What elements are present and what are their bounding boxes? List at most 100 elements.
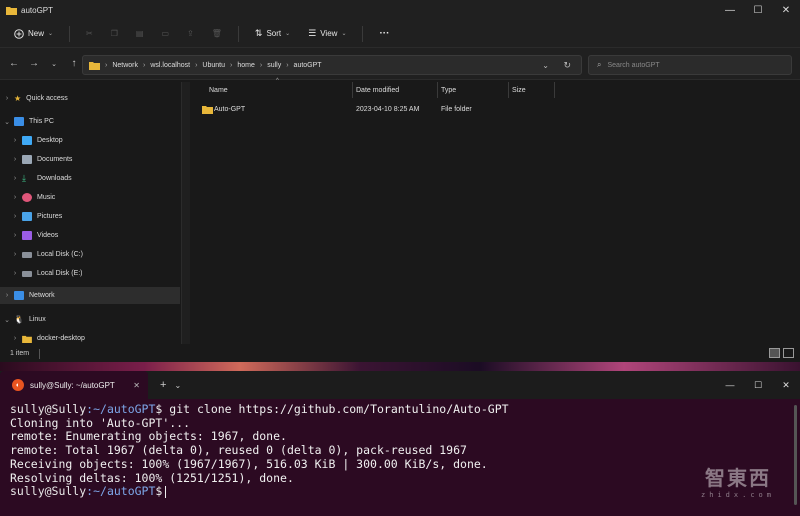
file-explorer-window: autoGPT — ☐ ✕ New ⌄ ✂ ❐ ▤ ▭ ⇪ 🗑 ⇅ Sort ⌄… (0, 0, 800, 362)
output-line: remote: Total 1967 (delta 0), reused 0 (… (10, 443, 467, 458)
linux-penguin-icon: 🐧 (14, 315, 24, 324)
folder-icon (89, 61, 100, 70)
recent-locations-button[interactable]: ⌄ (44, 54, 64, 74)
text-cursor (165, 485, 167, 498)
maximize-button[interactable]: ☐ (744, 371, 772, 399)
chevron-right-icon[interactable]: › (8, 213, 22, 220)
details-view-icon[interactable] (769, 348, 780, 358)
terminal-tab[interactable]: ◐ sully@Sully: ~/autoGPT ✕ (0, 371, 148, 399)
download-icon: ⤓ (22, 173, 26, 183)
nav-item-this-pc[interactable]: ⌄ This PC (0, 113, 180, 130)
chevron-right-icon: › (195, 61, 198, 69)
nav-label: Downloads (37, 175, 72, 182)
column-divider[interactable] (508, 82, 509, 98)
breadcrumb-sully[interactable]: sully (267, 62, 281, 69)
nav-label: Network (29, 292, 55, 299)
nav-label: Music (37, 194, 56, 201)
rename-button[interactable]: ▭ (155, 26, 175, 41)
breadcrumb-network[interactable]: Network (112, 62, 138, 69)
chevron-right-icon[interactable]: › (8, 335, 22, 342)
nav-item-network[interactable]: › Network (0, 287, 180, 304)
nav-item-pictures[interactable]: › Pictures (0, 208, 180, 225)
minimize-button[interactable]: — (716, 371, 744, 399)
view-button[interactable]: ☰ View ⌄ (302, 25, 352, 42)
search-box[interactable]: ⌕ Search autoGPT (588, 55, 792, 75)
copy-icon: ❐ (110, 29, 118, 38)
column-header-type[interactable]: Type (441, 82, 456, 98)
chevron-right-icon[interactable]: › (8, 194, 22, 201)
watermark-text: 智東西 (705, 466, 771, 490)
file-row[interactable]: Auto-GPT 2023-04-10 8:25 AM File folder (200, 102, 540, 116)
terminal-output[interactable]: sully@Sully:~/autoGPT$ git clone https:/… (0, 399, 800, 503)
delete-button[interactable]: 🗑 (206, 26, 228, 41)
column-header-date-modified[interactable]: Date modified (356, 82, 399, 98)
column-divider[interactable] (554, 82, 555, 98)
copy-button[interactable]: ❐ (105, 26, 124, 41)
trash-icon: 🗑 (211, 29, 222, 38)
address-bar[interactable]: › Network › wsl.localhost › Ubuntu › hom… (82, 55, 582, 75)
chevron-right-icon[interactable]: › (0, 292, 14, 299)
column-divider[interactable] (437, 82, 438, 98)
chevron-right-icon[interactable]: › (8, 156, 22, 163)
chevron-down-icon[interactable]: ⌄ (174, 381, 181, 390)
chevron-right-icon[interactable]: › (8, 137, 22, 144)
nav-item-quick-access[interactable]: › ★ Quick access (0, 90, 180, 107)
close-button[interactable]: ✕ (772, 371, 800, 399)
view-list-icon: ☰ (308, 28, 317, 38)
sort-button[interactable]: ⇅ Sort ⌄ (249, 25, 296, 42)
refresh-icon[interactable]: ↻ (563, 60, 571, 71)
column-header-name[interactable]: Name (209, 82, 228, 98)
nav-item-desktop[interactable]: › Desktop (0, 132, 180, 149)
folder-icon (6, 6, 17, 15)
close-button[interactable]: ✕ (772, 0, 800, 20)
chevron-down-icon: ⌄ (51, 60, 57, 68)
nav-item-local-disk-c[interactable]: › Local Disk (C:) (0, 246, 180, 263)
back-button[interactable]: ← (4, 54, 24, 74)
nav-item-local-disk-e[interactable]: › Local Disk (E:) (0, 265, 180, 282)
nav-item-documents[interactable]: › Documents (0, 151, 180, 168)
breadcrumb-ubuntu[interactable]: Ubuntu (202, 62, 225, 69)
chevron-right-icon[interactable]: › (8, 251, 22, 258)
close-icon[interactable]: ✕ (133, 381, 140, 390)
column-header-size[interactable]: Size (512, 82, 526, 98)
drive-icon (22, 270, 32, 277)
nav-item-videos[interactable]: › Videos (0, 227, 180, 244)
terminal-scrollbar[interactable] (794, 405, 797, 505)
divider (237, 25, 239, 42)
breadcrumb-autogpt[interactable]: autoGPT (294, 62, 322, 69)
new-button[interactable]: New ⌄ (8, 26, 59, 42)
prompt-user: sully@Sully (10, 484, 87, 499)
new-tab-button[interactable]: + (160, 379, 166, 391)
chevron-down-icon[interactable]: ⌄ (0, 316, 14, 324)
forward-button[interactable]: → (24, 54, 44, 74)
column-divider[interactable] (352, 82, 353, 98)
more-options-button[interactable]: ··· (373, 25, 395, 42)
search-placeholder: Search autoGPT (607, 61, 660, 69)
paste-button[interactable]: ▤ (130, 26, 150, 41)
status-bar: 1 item (0, 345, 800, 362)
music-icon (22, 193, 32, 202)
maximize-button[interactable]: ☐ (744, 0, 772, 20)
nav-scrollbar[interactable] (182, 82, 190, 344)
up-button[interactable]: ↑ (64, 54, 84, 74)
chevron-right-icon[interactable]: › (0, 95, 14, 102)
nav-item-music[interactable]: › Music (0, 189, 180, 206)
minimize-button[interactable]: — (716, 0, 744, 20)
nav-item-downloads[interactable]: › ⤓ Downloads (0, 170, 180, 187)
share-button[interactable]: ⇪ (181, 26, 200, 41)
divider (362, 25, 364, 42)
network-icon (14, 291, 24, 300)
tiles-view-icon[interactable] (783, 348, 794, 358)
watermark-url: zhidx.com (701, 491, 775, 499)
cut-button[interactable]: ✂ (80, 26, 99, 41)
explorer-titlebar[interactable]: autoGPT — ☐ ✕ (0, 0, 800, 20)
chevron-right-icon[interactable]: › (8, 270, 22, 277)
nav-item-linux[interactable]: ⌄ 🐧 Linux (0, 311, 180, 328)
breadcrumb-wsl-localhost[interactable]: wsl.localhost (150, 62, 190, 69)
chevron-down-icon[interactable]: ⌄ (0, 118, 14, 126)
breadcrumb-home[interactable]: home (237, 62, 255, 69)
chevron-right-icon[interactable]: › (8, 232, 22, 239)
command-line: sully@Sully:~/autoGPT$ git clone https:/… (10, 402, 790, 417)
chevron-down-icon[interactable]: ⌄ (542, 61, 549, 70)
chevron-right-icon[interactable]: › (8, 175, 22, 182)
